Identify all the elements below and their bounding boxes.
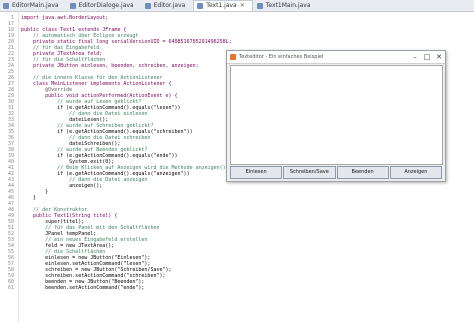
beenden-button[interactable]: Beenden [336, 166, 389, 179]
texteditor-window: Texteditor - Ein einfaches Beispiel – □ … [226, 50, 446, 182]
tab-editormain[interactable]: EditorMain.java [0, 1, 66, 11]
close-tab-icon[interactable]: ✕ [240, 2, 245, 9]
minimize-icon[interactable]: – [409, 51, 421, 63]
line-number-gutter: 1 17 18 19 20 21 22 23 24 25 26 27 28 29 30 31 32 33 34 35 3… [0, 12, 19, 322]
tab-editor[interactable]: Editor.java [142, 1, 193, 11]
einlesen-button[interactable]: Einlesen [230, 166, 283, 179]
java-file-icon [69, 3, 76, 9]
line-number: 61 [7, 285, 14, 291]
tab-text1[interactable]: Text1.java ✕ [193, 0, 253, 11]
anzeigen-button[interactable]: Anzeigen [389, 166, 442, 179]
maximize-icon[interactable]: □ [421, 51, 433, 63]
text-area[interactable] [230, 65, 443, 165]
code-line: beenden.setActionCommand("ende"); [21, 285, 145, 291]
code-line: } [21, 195, 37, 201]
schreiben-save-button[interactable]: Schreiben/Save [283, 166, 336, 179]
tab-label: Editor.java [153, 2, 186, 9]
tab-label: Text1Main.java [265, 2, 311, 9]
editor-tab-bar: EditorMain.java EditorDialoge.java Edito… [0, 0, 474, 12]
window-title-bar[interactable]: Texteditor - Ein einfaches Beispiel – □ … [227, 51, 445, 64]
java-file-icon [3, 3, 9, 9]
tab-label: EditorMain.java [12, 2, 59, 9]
close-icon[interactable]: ✕ [433, 51, 445, 63]
java-app-icon [230, 54, 236, 60]
button-panel: Einlesen Schreiben/Save Beenden Anzeigen [230, 166, 442, 179]
java-file-icon [197, 3, 204, 9]
code-line: private JButton einlesen, beenden, schre… [21, 63, 199, 69]
tab-label: Text1.java [206, 2, 237, 9]
java-file-icon [144, 3, 151, 9]
java-file-icon [256, 3, 263, 9]
window-title: Texteditor - Ein einfaches Beispiel [239, 54, 324, 60]
code-line: import java.awt.BorderLayout; [21, 15, 109, 21]
tab-label: EditorDialoge.java [78, 2, 134, 9]
tab-editordialoge[interactable]: EditorDialoge.java [67, 1, 141, 11]
tab-text1main[interactable]: Text1Main.java [254, 1, 318, 11]
